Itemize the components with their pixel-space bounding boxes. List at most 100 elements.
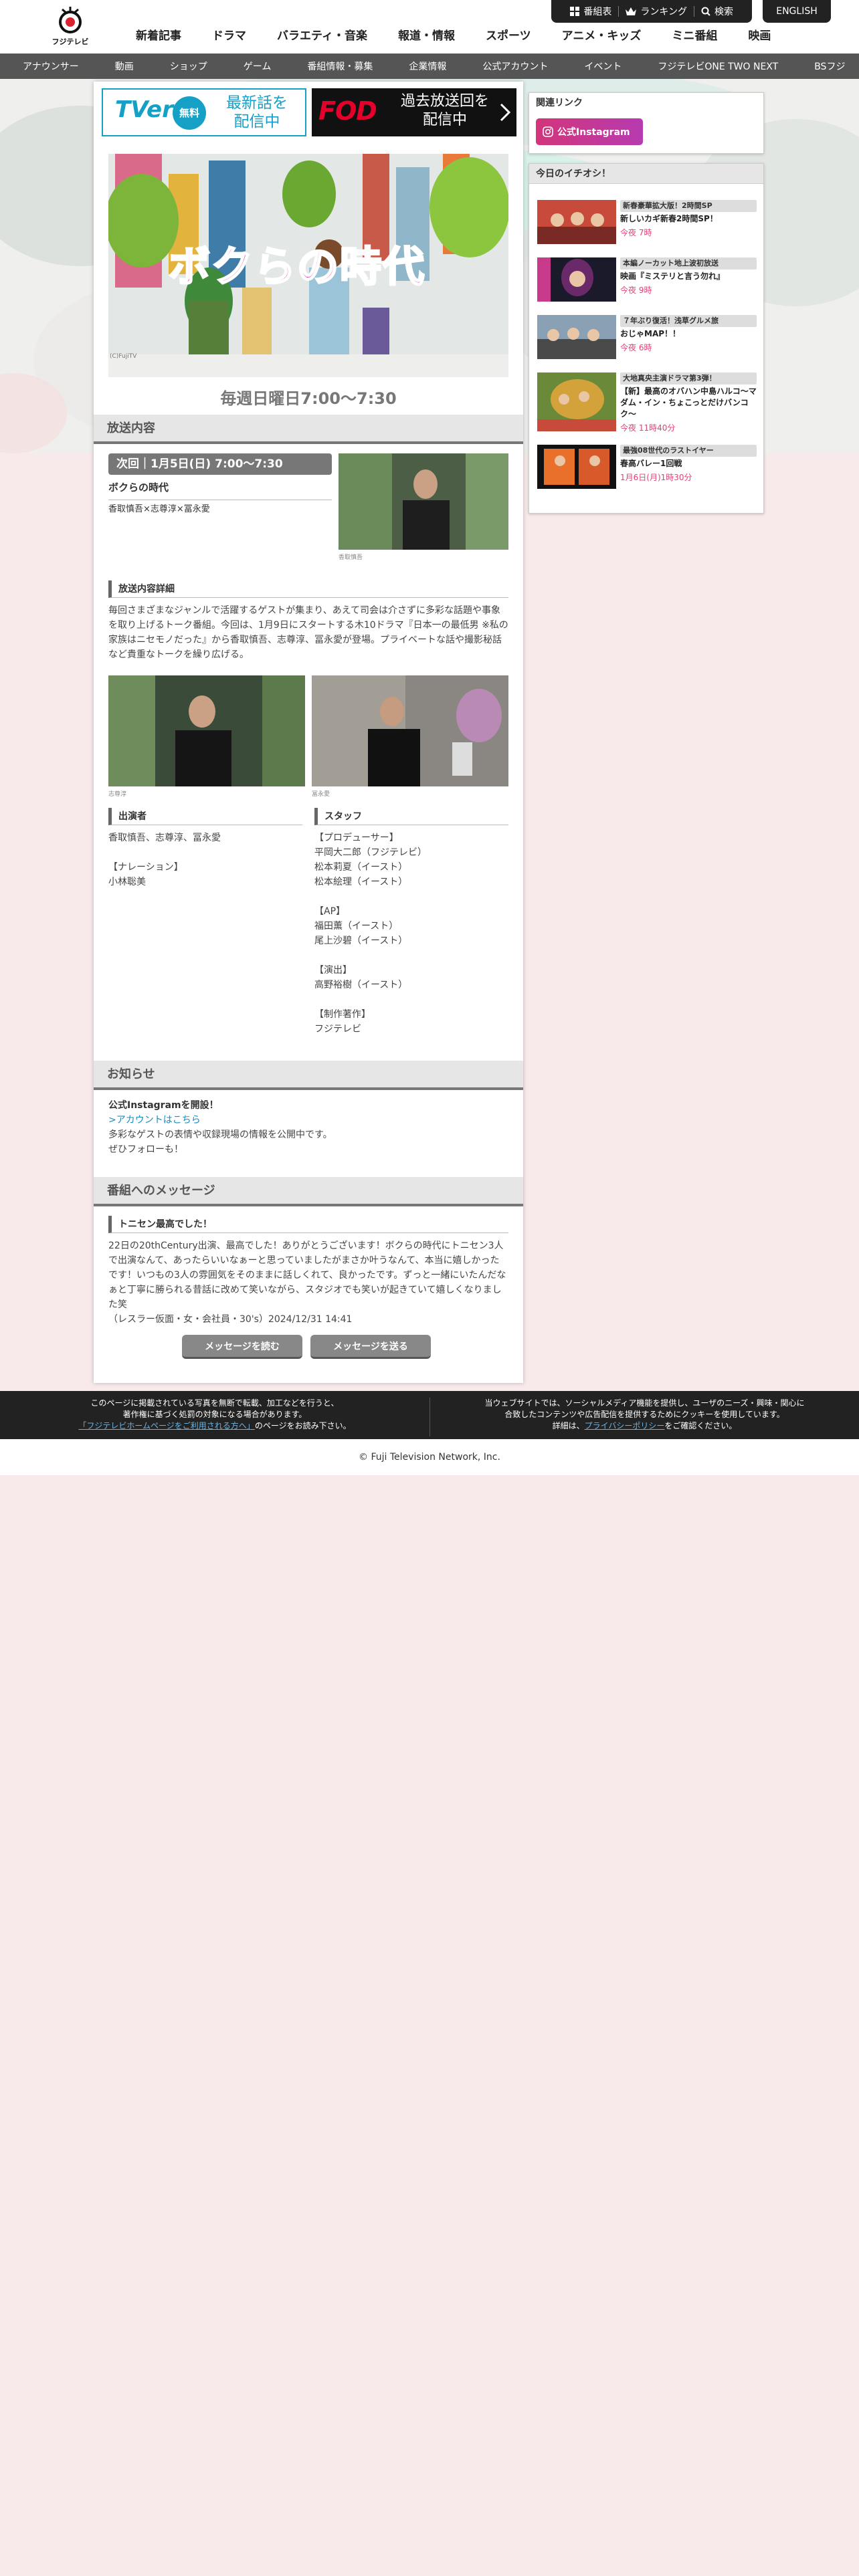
news-block: 公式Instagramを開設！ >アカウントはこちら 多彩なゲストの表情や収録現… [108, 1098, 508, 1157]
pick-title: 【新】最高のオバハン中島ハルコ〜マダム・イン・ちょこっとだけバンコク〜 [620, 387, 757, 419]
main-content: TVer 無料 最新話を 配信中 FOD 過去放送回を 配信中 ボクらの時代 (… [94, 82, 523, 1383]
section-heading: お知らせ [94, 1061, 523, 1090]
guest-photo [312, 675, 508, 786]
pick-time: 今夜 7時 [620, 228, 652, 237]
nav-item[interactable]: 映画 [733, 27, 786, 45]
nav-item[interactable]: アニメ・キッズ [547, 27, 657, 45]
search-link[interactable]: 検索 [694, 5, 740, 18]
nav-item[interactable]: 報道・情報 [383, 27, 470, 45]
pick-title: 新しいカギ新春2時間SP！ [620, 214, 718, 223]
photo-caption: 冨永愛 [312, 791, 330, 798]
instagram-account-link[interactable]: >アカウントはこちら [108, 1113, 508, 1128]
notice-line: のページをお読み下さい。 [254, 1421, 351, 1430]
subnav-item[interactable]: 企業情報 [409, 60, 446, 73]
global-nav: 新着記事 ドラマ バラエティ・音楽 報道・情報 スポーツ アニメ・キッズ ミニ番… [120, 27, 786, 45]
read-messages-button[interactable]: メッセージを読む [182, 1335, 302, 1359]
pick-time: 今夜 11時40分 [620, 423, 676, 433]
staff-line: 【プロデューサー】 [314, 833, 399, 843]
episode-photo [339, 453, 508, 550]
notice-line: 著作権に基づく処罰の対象になる場合があります。 [122, 1410, 307, 1419]
logo-text: フジテレビ [52, 37, 89, 46]
pick-time: 今夜 6時 [620, 343, 652, 352]
staff-line: 松本莉夏（イースト） [314, 862, 408, 873]
instagram-label: 公式Instagram [557, 127, 630, 138]
nav-item[interactable]: ミニ番組 [656, 27, 733, 45]
pick-item[interactable]: 最強08世代のラストイヤー 春高バレー1回戦 1月6日(月)1時30分 [537, 445, 757, 492]
copyright: © Fuji Television Network, Inc. [0, 1439, 859, 1475]
staff-list: 【プロデューサー】 平岡大二郎（フジテレビ） 松本莉夏（イースト） 松本絵理（イ… [314, 831, 508, 1037]
nav-item[interactable]: 新着記事 [120, 27, 197, 45]
episode-detail-text: 毎回さまざまなジャンルで活躍するゲストが集まり、あえて司会は介さずに多彩な話題や… [108, 605, 508, 660]
cast-line: 小林聡美 [108, 877, 146, 887]
photo-caption: 香取慎吾 [339, 554, 363, 561]
staff-line: 【AP】 [314, 906, 346, 917]
nav-item[interactable]: バラエティ・音楽 [262, 27, 383, 45]
notice-line: 合致したコンテンツや広告配信を提供するためにクッキーを使用しています。 [504, 1410, 785, 1419]
pick-tag: 本編ノーカット地上波初放送 [620, 257, 757, 270]
subnav-item[interactable]: ゲーム [244, 60, 272, 73]
staff-line [314, 948, 508, 963]
english-button[interactable]: ENGLISH [763, 0, 831, 23]
staff-line: 高野裕樹（イースト） [314, 980, 408, 990]
tver-banner[interactable]: TVer 無料 最新話を 配信中 [102, 88, 306, 136]
notice-line: このページに掲載されている写真を無断で転載、加工などを行うと、 [90, 1398, 339, 1408]
staff-line: 平岡大二郎（フジテレビ） [314, 847, 427, 858]
photo-caption: 志尊淳 [108, 791, 127, 798]
staff-line [314, 889, 508, 904]
subnav-item[interactable]: 番組情報・募集 [307, 60, 373, 73]
section-heading: 放送内容 [94, 415, 523, 444]
ranking-link[interactable]: ランキング [619, 5, 694, 18]
side-heading: 関連リンク [536, 98, 583, 108]
pick-tag: 最強08世代のラストイヤー [620, 445, 757, 457]
pick-item[interactable]: ７年ぶり復活！浅草グルメ旅 おじゃMAP！！ 今夜 6時 [537, 315, 757, 362]
sub-nav: アナウンサー 動画 ショップ ゲーム 番組情報・募集 企業情報 公式アカウント … [0, 53, 859, 79]
sub-heading: 放送内容詳細 [108, 580, 508, 598]
staff-line [314, 992, 508, 1007]
notice-line: 当ウェブサイトでは、ソーシャルメディア機能を提供し、ユーザのニーズ・興味・関心に [484, 1398, 805, 1408]
tver-free-badge: 無料 [173, 96, 206, 130]
notice-line: 詳細は、 [552, 1421, 585, 1430]
subnav-item[interactable]: フジテレビONE TWO NEXT [658, 60, 778, 73]
pick-item[interactable]: 大地真央主演ドラマ第3弾！ 【新】最高のオバハン中島ハルコ〜マダム・イン・ちょこ… [537, 372, 757, 434]
fod-banner[interactable]: FOD 過去放送回を 配信中 [312, 88, 516, 136]
instagram-button[interactable]: 公式Instagram [536, 118, 643, 145]
pick-item[interactable]: 新春豪華拡大版！2時間SP 新しいカギ新春2時間SP！ 今夜 7時 [537, 200, 757, 247]
cast-line: 香取慎吾、志尊淳、冨永愛 [108, 833, 221, 843]
copyright-notice: このページに掲載されている写真を無断で転載、加工などを行うと、 著作権に基づく処… [0, 1398, 430, 1432]
pick-thumbnail [537, 445, 616, 489]
pick-title: 映画『ミステリと言う勿れ』 [620, 272, 725, 281]
nav-item[interactable]: スポーツ [470, 27, 547, 45]
news-line: 多彩なゲストの表情や収録現場の情報を公開中です。 [108, 1130, 332, 1140]
pick-thumbnail [537, 372, 616, 431]
pick-time: 1月6日(月)1時30分 [620, 473, 692, 482]
section-heading: 番組へのメッセージ [94, 1177, 523, 1206]
staff-line: 【制作著作】 [314, 1009, 371, 1020]
send-message-button[interactable]: メッセージを送る [310, 1335, 431, 1359]
ranking-label: ランキング [640, 7, 687, 17]
message-text: 22日の20thCentury出演、最高でした！ありがとうございます！ボクらの時… [108, 1241, 506, 1310]
terms-link[interactable]: 「フジテレビホームページをご利用される方へ」 [78, 1421, 254, 1430]
subnav-item[interactable]: BSフジ [814, 60, 845, 73]
fod-text2: 配信中 [422, 112, 467, 128]
guest-photo [108, 675, 305, 786]
side-heading: 今日のイチオシ！ [529, 164, 763, 184]
subnav-item[interactable]: イベント [584, 60, 622, 73]
episode-cast: 香取慎吾×志尊淳×冨永愛 [108, 504, 210, 514]
search-icon [701, 7, 710, 16]
subnav-item[interactable]: 動画 [115, 60, 134, 73]
chevron-right-icon [500, 103, 511, 122]
subnav-item[interactable]: ショップ [170, 60, 207, 73]
fujitv-logo[interactable]: フジテレビ [47, 5, 94, 49]
subnav-item[interactable]: アナウンサー [23, 60, 79, 73]
nav-item[interactable]: ドラマ [197, 27, 262, 45]
next-broadcast-badge: 次回｜1月5日(日) 7:00〜7:30 [108, 453, 332, 475]
grid-icon [570, 7, 580, 16]
staff-line: 【演出】 [314, 965, 352, 976]
schedule-label: 番組表 [583, 7, 612, 17]
schedule-link[interactable]: 番組表 [563, 5, 618, 18]
pick-item[interactable]: 本編ノーカット地上波初放送 映画『ミステリと言う勿れ』 今夜 9時 [537, 257, 757, 304]
cast-list: 香取慎吾、志尊淳、冨永愛 【ナレーション】 小林聡美 [108, 831, 302, 889]
subnav-item[interactable]: 公式アカウント [482, 60, 548, 73]
privacy-policy-link[interactable]: プライバシーポリシー [585, 1421, 665, 1430]
site-header: フジテレビ 新着記事 ドラマ バラエティ・音楽 報道・情報 スポーツ アニメ・キ… [0, 0, 859, 53]
